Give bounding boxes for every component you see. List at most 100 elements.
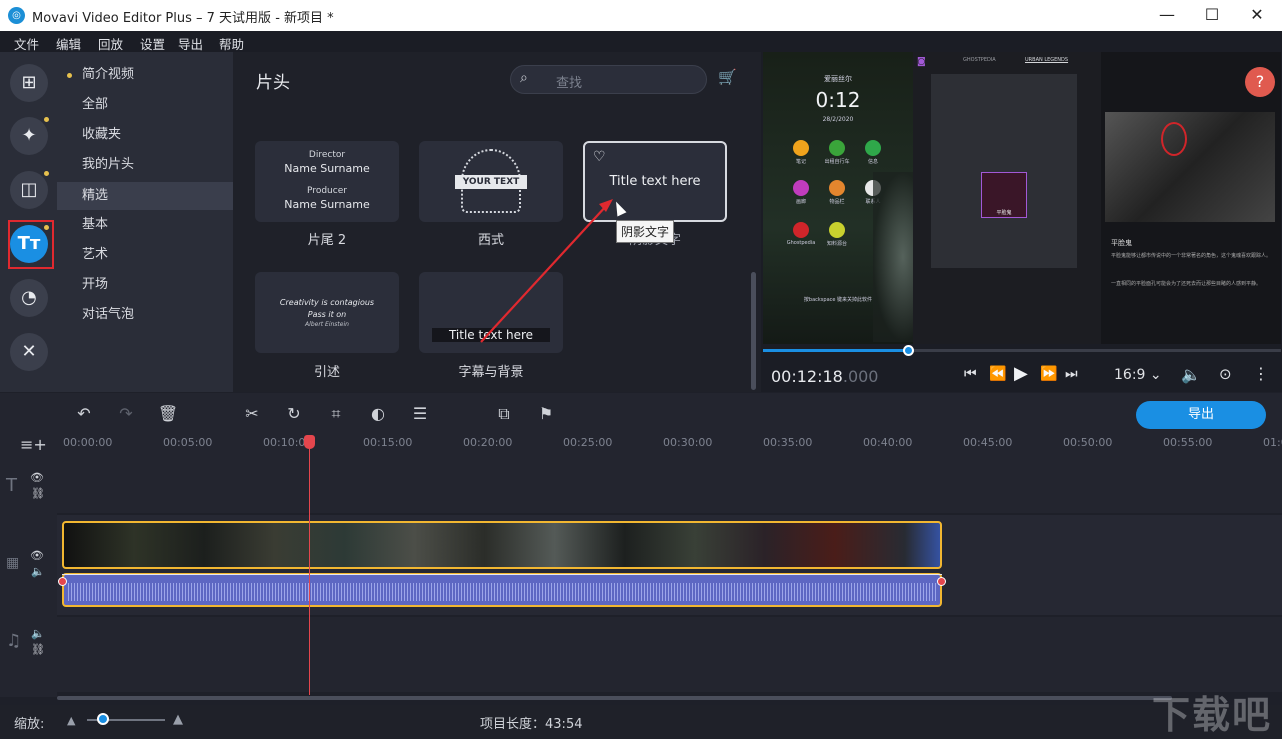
prev-frame-icon[interactable]: ⏪ — [989, 366, 1006, 382]
app-label: 笔记 — [795, 159, 806, 165]
link-icon[interactable]: ⛓ — [31, 487, 45, 500]
new-dot — [44, 225, 49, 230]
app-label: 出租自行车 — [824, 159, 850, 165]
zoom-in-icon[interactable]: ▲ — [173, 712, 183, 727]
grid-cell-selected: 平脸鬼 — [981, 172, 1027, 218]
fade-handle[interactable] — [937, 577, 946, 586]
app-icon — [865, 140, 881, 156]
new-dot — [44, 117, 49, 122]
project-length-value: 43:54 — [545, 717, 583, 732]
aspect-ratio-select[interactable]: 16:9 ⌄ — [1114, 367, 1162, 383]
skip-end-icon[interactable]: ⏭ — [1065, 366, 1078, 382]
marker-flag-icon[interactable]: ⚑ — [535, 403, 557, 425]
titles-icon[interactable]: Tт — [10, 225, 48, 263]
timecode-main: 00:12:18 — [771, 367, 843, 386]
rotate-icon[interactable]: ↻ — [283, 403, 305, 425]
import-icon[interactable]: ⊞ — [10, 64, 48, 102]
color-adjust-icon[interactable]: ◐ — [367, 403, 389, 425]
clip-properties-icon[interactable]: ⧉ — [493, 403, 515, 425]
mute-icon[interactable]: 🔈 — [31, 627, 45, 640]
menu-file[interactable]: 文件 — [14, 34, 39, 53]
video-clip[interactable] — [62, 521, 942, 569]
app-icon — [829, 222, 845, 238]
tab-urban-legends: URBAN LEGENDS — [1025, 57, 1069, 63]
app-label: 信息 — [867, 159, 878, 165]
visibility-icon[interactable]: 👁 — [30, 549, 44, 562]
delete-icon[interactable]: 🗑 — [157, 403, 179, 425]
category-item[interactable]: 收藏夹 — [57, 121, 233, 149]
playhead-line — [309, 443, 310, 695]
menu-playback[interactable]: 回放 — [98, 34, 123, 53]
link-icon[interactable]: ⛓ — [31, 643, 45, 656]
mute-icon[interactable]: 🔈 — [31, 565, 45, 578]
playhead-handle[interactable] — [304, 435, 315, 449]
title-track[interactable] — [57, 459, 1282, 513]
track-headers: T 👁 ⛓ ▦ 👁 🔈 ♫ 🔈 ⛓ — [0, 459, 57, 697]
app-label: 物品栏 — [829, 199, 845, 205]
volume-icon[interactable]: 🔈 — [1181, 365, 1201, 384]
category-item[interactable]: 全部 — [57, 91, 233, 119]
visibility-icon[interactable]: 👁 — [30, 471, 44, 484]
app-icon — [793, 140, 809, 156]
audio-clip[interactable] — [62, 573, 942, 607]
zoom-slider-handle[interactable] — [96, 713, 109, 725]
maximize-button[interactable]: ☐ — [1201, 4, 1223, 26]
time-ruler[interactable]: 00:00:00 00:05:00 00:10:00 00:15:00 00:2… — [57, 433, 1282, 459]
next-frame-icon[interactable]: ⏩ — [1040, 366, 1057, 382]
fade-handle[interactable] — [58, 577, 67, 586]
help-icon: ? — [1245, 67, 1275, 97]
menu-help[interactable]: 帮助 — [219, 34, 244, 53]
app-icon — [793, 222, 809, 238]
category-item[interactable]: 基本 — [57, 211, 233, 239]
title-bar: ◎ Movavi Video Editor Plus – 7 天试用版 - 新项… — [0, 0, 1282, 31]
minimize-button[interactable]: — — [1156, 4, 1178, 26]
stickers-icon[interactable]: ◔ — [10, 279, 48, 317]
zoom-out-icon[interactable]: ▲ — [67, 714, 75, 727]
ruler-tick: 00:00:00 — [63, 436, 113, 449]
category-item[interactable]: 对话气泡 — [57, 301, 233, 329]
category-item[interactable]: 我的片头 — [57, 151, 233, 179]
ruler-tick: 00:30:00 — [663, 436, 713, 449]
ruler-tick: 01:00:00 — [1263, 436, 1282, 449]
category-item[interactable]: 开场 — [57, 271, 233, 299]
project-length-label: 项目长度： — [480, 717, 546, 732]
undo-icon[interactable]: ↶ — [73, 403, 95, 425]
category-item[interactable]: 简介视频 — [57, 61, 233, 89]
transitions-icon[interactable]: ◫ — [10, 171, 48, 209]
music-track-icon: ♫ — [6, 631, 22, 651]
settings-sliders-icon[interactable]: ☰ — [409, 403, 431, 425]
play-icon[interactable]: ▶ — [1014, 363, 1028, 384]
app-logo-icon: ◙ — [917, 57, 926, 67]
zoom-label: 缩放: — [14, 717, 45, 732]
more-tools-icon[interactable]: ✕ — [10, 333, 48, 371]
music-track[interactable] — [57, 617, 1282, 692]
audio-waveform — [68, 583, 936, 601]
app-icon: ◎ — [8, 7, 25, 24]
article-panel: ? 平脸鬼 平脸鬼能够让都市传说中的一个非常著名的角色，这个鬼魂喜欢跟踪人。 一… — [1101, 52, 1281, 344]
export-button[interactable]: 导出 — [1136, 401, 1266, 429]
ruler-tick: 00:20:00 — [463, 436, 513, 449]
more-icon[interactable]: ⋮ — [1253, 364, 1269, 383]
cut-icon[interactable]: ✂ — [241, 403, 263, 425]
timeline-area[interactable] — [0, 459, 1282, 700]
menu-edit[interactable]: 编辑 — [56, 34, 81, 53]
volume-line[interactable] — [62, 574, 942, 575]
menu-export[interactable]: 导出 — [178, 34, 203, 53]
category-item[interactable]: 艺术 — [57, 241, 233, 269]
close-button[interactable]: ✕ — [1246, 4, 1268, 26]
menu-settings[interactable]: 设置 — [140, 34, 165, 53]
timeline-scrollbar[interactable] — [57, 696, 1172, 700]
preview-progress-handle[interactable] — [903, 345, 915, 356]
red-circle — [1161, 122, 1187, 156]
gallery-scrollbar[interactable] — [751, 272, 756, 390]
category-item-selected[interactable]: 精选 — [57, 182, 233, 210]
filters-icon[interactable]: ✦ — [10, 117, 48, 155]
new-dot — [44, 171, 49, 176]
snapshot-icon[interactable]: ⊙ — [1219, 365, 1232, 383]
add-track-icon[interactable]: ≡+ — [20, 435, 47, 454]
timeline-toolbar: ↶ ↷ 🗑 ✂ ↻ ⌗ ◐ ☰ ⧉ ⚑ 导出 — [0, 393, 1282, 433]
ruler-tick: 00:50:00 — [1063, 436, 1113, 449]
redo-icon[interactable]: ↷ — [115, 403, 137, 425]
skip-start-icon[interactable]: ⏮ — [964, 366, 977, 382]
crop-icon[interactable]: ⌗ — [325, 403, 347, 425]
